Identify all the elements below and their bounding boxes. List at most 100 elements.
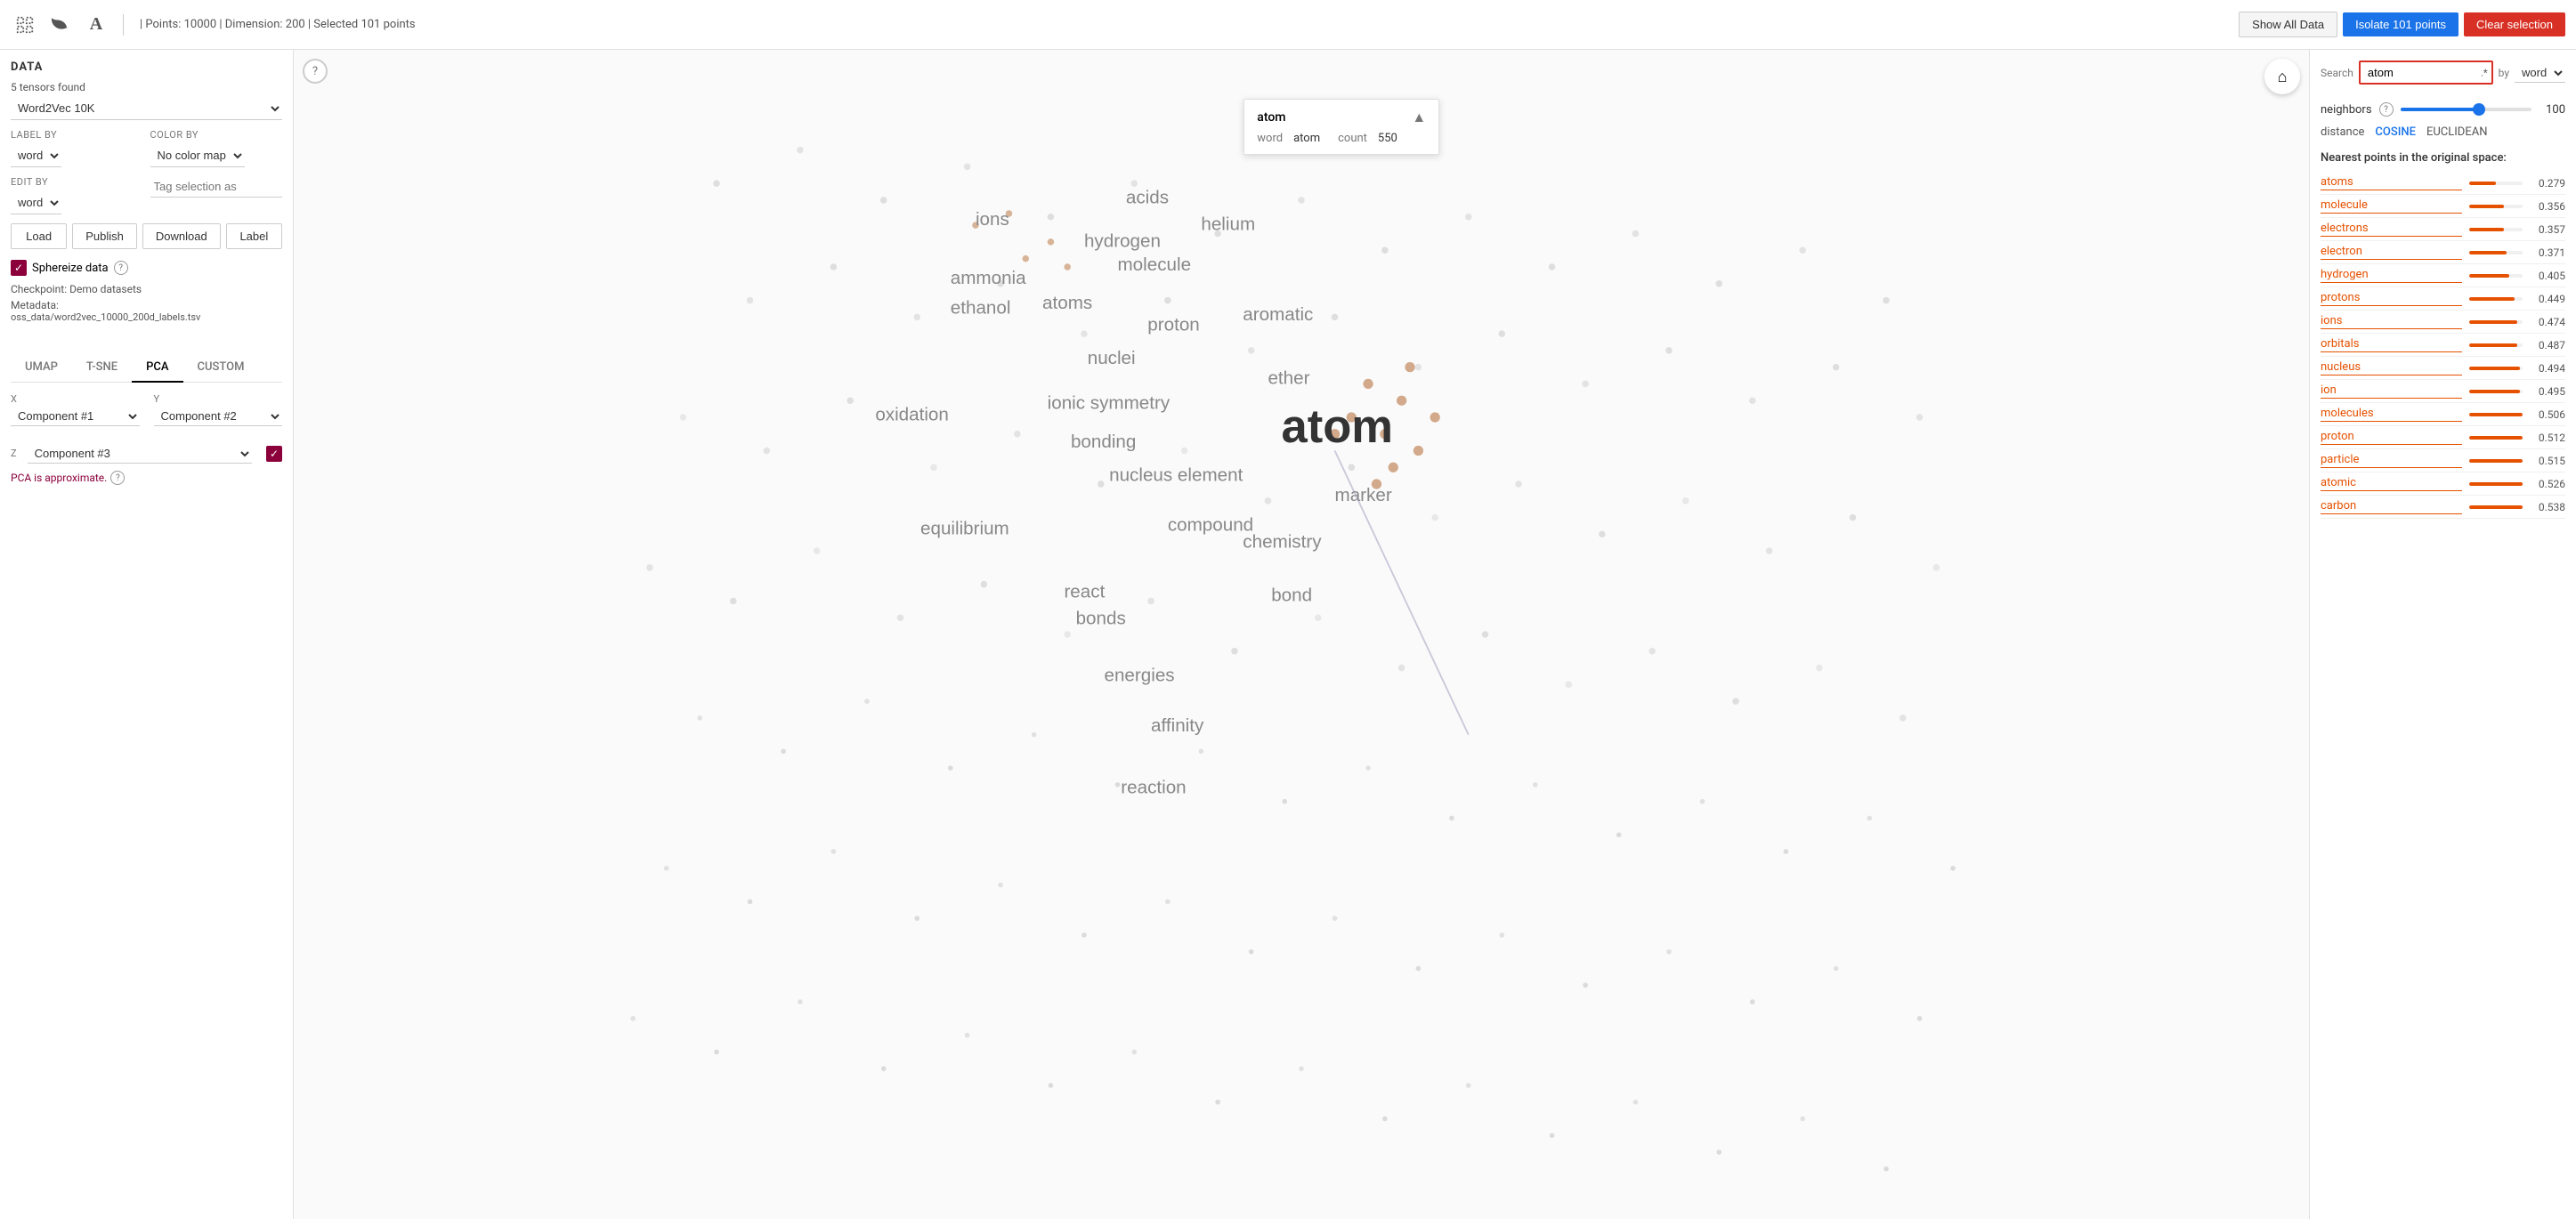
label-button[interactable]: Label (226, 223, 282, 249)
nearest-point-item[interactable]: ion 0.495 (2321, 380, 2565, 403)
sphereize-row: Sphereize data ? (11, 260, 282, 276)
tab-pca[interactable]: PCA (132, 353, 182, 383)
z-select[interactable]: Component #3 (28, 444, 252, 464)
select-box-icon[interactable] (11, 11, 39, 39)
nearest-point-item[interactable]: molecule 0.356 (2321, 195, 2565, 218)
pca-settings: X Component #1 Y Component #2 (11, 393, 282, 485)
download-button[interactable]: Download (142, 223, 221, 249)
atom-overlay-chevron[interactable]: ▲ (1412, 109, 1426, 126)
nearest-bar (2469, 274, 2509, 278)
nearest-bar (2469, 182, 2496, 185)
nearest-point-item[interactable]: electrons 0.357 (2321, 218, 2565, 241)
svg-text:reaction: reaction (1121, 777, 1186, 797)
label-by-label: Label by (11, 129, 143, 141)
search-input[interactable] (2361, 62, 2491, 83)
nearest-point-item[interactable]: particle 0.515 (2321, 449, 2565, 472)
canvas-help-icon[interactable]: ? (303, 59, 328, 84)
atom-word-label: word (1257, 132, 1283, 145)
svg-text:oxidation: oxidation (875, 405, 949, 425)
nearest-bar (2469, 436, 2523, 440)
nearest-word: atomic (2321, 476, 2462, 491)
sidebar-title: DATA (11, 61, 282, 74)
nearest-points-list: atoms 0.279 molecule 0.356 electrons 0.3… (2321, 172, 2565, 519)
nearest-point-item[interactable]: orbitals 0.487 (2321, 334, 2565, 357)
pca-help-icon[interactable]: ? (110, 471, 125, 485)
tab-umap[interactable]: UMAP (11, 353, 72, 383)
nearest-score: 0.512 (2530, 432, 2565, 444)
neighbors-help-icon[interactable]: ? (2379, 102, 2394, 117)
checkpoint-value: Demo datasets (69, 283, 142, 295)
nearest-word: molecule (2321, 198, 2462, 214)
search-label: Search (2321, 67, 2353, 79)
by-select[interactable]: word (2515, 63, 2565, 83)
nearest-bar-wrap (2469, 182, 2523, 185)
sphereize-help-icon[interactable]: ? (114, 261, 128, 275)
sphereize-checkbox[interactable] (11, 260, 27, 276)
nearest-point-item[interactable]: electron 0.371 (2321, 241, 2565, 264)
nearest-score: 0.356 (2530, 200, 2565, 213)
night-mode-icon[interactable] (46, 11, 75, 39)
cosine-option[interactable]: COSINE (2375, 125, 2416, 139)
home-button[interactable]: ⌂ (2264, 59, 2300, 94)
nearest-point-item[interactable]: atoms 0.279 (2321, 172, 2565, 195)
x-select[interactable]: Component #1 (11, 407, 140, 426)
nearest-bar-wrap (2469, 459, 2523, 463)
data-section: DATA 5 tensors found Word2Vec 10K Label … (11, 61, 282, 334)
dataset-select[interactable]: Word2Vec 10K (11, 97, 282, 120)
y-label: Y (154, 393, 283, 405)
nearest-word: atoms (2321, 175, 2462, 190)
scatter-plot[interactable]: ions acids hydrogen helium ammonia ethan… (294, 50, 2309, 1219)
tab-tsne[interactable]: T-SNE (72, 353, 132, 383)
show-all-data-button[interactable]: Show All Data (2239, 12, 2337, 37)
nearest-score: 0.515 (2530, 455, 2565, 467)
label-by-select[interactable]: word (11, 144, 61, 167)
svg-text:bond: bond (1271, 585, 1312, 605)
topbar-divider (123, 14, 124, 36)
x-select-wrap: Component #1 (11, 407, 140, 426)
nearest-point-item[interactable]: protons 0.449 (2321, 287, 2565, 311)
publish-button[interactable]: Publish (72, 223, 137, 249)
edit-by-select[interactable]: word (11, 191, 61, 214)
nearest-point-item[interactable]: atomic 0.526 (2321, 472, 2565, 496)
nearest-score: 0.474 (2530, 316, 2565, 328)
nearest-point-item[interactable]: proton 0.512 (2321, 426, 2565, 449)
nearest-point-item[interactable]: ions 0.474 (2321, 311, 2565, 334)
label-icon[interactable]: A (82, 11, 110, 39)
neighbors-slider[interactable] (2401, 108, 2531, 111)
svg-text:marker: marker (1335, 485, 1392, 505)
y-axis-col: Y Component #2 (154, 393, 283, 426)
svg-text:proton: proton (1147, 314, 1199, 335)
nearest-bar (2469, 251, 2507, 254)
edit-by-label: Edit by (11, 176, 143, 188)
nearest-word: electrons (2321, 222, 2462, 237)
euclidean-option[interactable]: EUCLIDEAN (2426, 125, 2488, 139)
z-checkbox[interactable] (266, 446, 282, 462)
color-by-select[interactable]: No color map (150, 144, 245, 167)
clear-selection-button[interactable]: Clear selection (2464, 12, 2565, 36)
search-row: Search .* by word (2321, 61, 2565, 85)
nearest-point-item[interactable]: nucleus 0.494 (2321, 357, 2565, 380)
label-color-row: Label by word Color by No color map (11, 129, 282, 167)
svg-text:nucleus element: nucleus element (1109, 464, 1243, 485)
svg-text:ions: ions (976, 209, 1009, 230)
y-select[interactable]: Component #2 (154, 407, 283, 426)
regex-button[interactable]: .* (2481, 67, 2488, 78)
nearest-title: Nearest points in the original space: (2321, 151, 2565, 165)
nearest-point-item[interactable]: hydrogen 0.405 (2321, 264, 2565, 287)
edit-by-col: Edit by word (11, 176, 143, 214)
nearest-bar-wrap (2469, 297, 2523, 301)
z-label: Z (11, 448, 17, 459)
nearest-score: 0.405 (2530, 270, 2565, 282)
nearest-bar-wrap (2469, 274, 2523, 278)
tag-input[interactable] (150, 176, 283, 198)
neighbors-row: neighbors ? 100 (2321, 102, 2565, 117)
nearest-point-item[interactable]: carbon 0.538 (2321, 496, 2565, 519)
nearest-word: ions (2321, 314, 2462, 329)
svg-text:bonding: bonding (1071, 432, 1136, 452)
isolate-points-button[interactable]: Isolate 101 points (2343, 12, 2459, 36)
load-button[interactable]: Load (11, 223, 67, 249)
nearest-point-item[interactable]: molecules 0.506 (2321, 403, 2565, 426)
tab-custom[interactable]: CUSTOM (183, 353, 259, 383)
nearest-score: 0.506 (2530, 408, 2565, 421)
canvas-area[interactable]: ? ⌂ (294, 50, 2309, 1219)
